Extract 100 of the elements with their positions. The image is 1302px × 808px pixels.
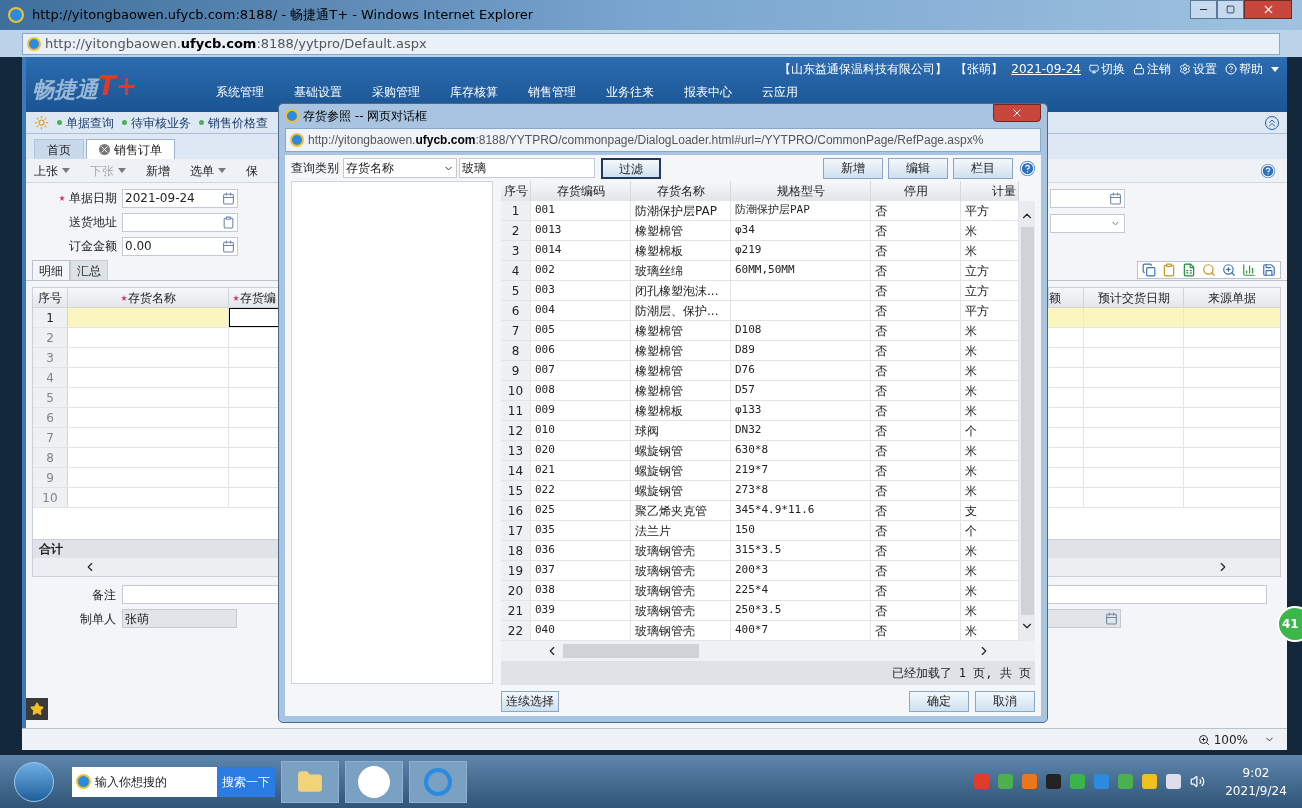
- menu-item[interactable]: 系统管理: [216, 83, 264, 101]
- header-link[interactable]: 设置: [1179, 60, 1217, 78]
- table-row[interactable]: 4 002 玻璃丝绵 60MM,50MM 否 立方: [501, 261, 1019, 281]
- calendar-icon[interactable]: [1105, 612, 1118, 625]
- taskbar-app[interactable]: [281, 760, 339, 803]
- table-row[interactable]: 16 025 聚乙烯夹克管 345*4.9*11.6 否 支: [501, 501, 1019, 521]
- search-icon[interactable]: [1202, 263, 1216, 277]
- table-row[interactable]: 17 035 法兰片 150 否 个: [501, 521, 1019, 541]
- table-row[interactable]: 14 021 螺旋钢管 219*7 否 米: [501, 461, 1019, 481]
- table-row[interactable]: 12 010 球阀 DN32 否 个: [501, 421, 1019, 441]
- toolbar-button[interactable]: 选单: [190, 161, 226, 180]
- form-field[interactable]: [1046, 609, 1121, 628]
- table-row[interactable]: 11 009 橡塑棉板 φ133 否 米: [501, 401, 1019, 421]
- date-link[interactable]: 2021-09-24: [1011, 60, 1081, 78]
- form-field[interactable]: 2021-09-24: [122, 188, 238, 208]
- search-field[interactable]: 输入你想搜的: [95, 772, 205, 791]
- table-row[interactable]: 9 007 橡塑棉管 D76 否 米: [501, 361, 1019, 381]
- menu-item[interactable]: 基础设置: [294, 83, 342, 101]
- taskbar-app[interactable]: [345, 760, 403, 803]
- shortcut-link[interactable]: 待审核业务: [122, 113, 191, 132]
- close-tab-icon[interactable]: [99, 144, 110, 155]
- table-row[interactable]: 10 008 橡塑棉管 D57 否 米: [501, 381, 1019, 401]
- bar-chart-icon[interactable]: [1242, 263, 1256, 277]
- address-field[interactable]: http://yitongbaowen.ufycb.com:8188/yytpro/Default.aspx: [22, 32, 1280, 55]
- dialog-address-field[interactable]: http://yitongbaowen.ufycb.com:8188/YYTPRO/commonpage/DialogLoader.html#url=/YYTPRO/CommonPage/RefPage.aspx%: [285, 128, 1041, 152]
- table-row[interactable]: 1 001 防潮保护层PAP 防潮保护层PAP 否 平方: [501, 201, 1019, 221]
- copy-icon[interactable]: [1142, 263, 1156, 277]
- help-icon[interactable]: [1261, 163, 1275, 178]
- table-row[interactable]: 13 020 螺旋钢管 630*8 否 米: [501, 441, 1019, 461]
- toolbar-button[interactable]: 新增: [146, 161, 170, 180]
- minimize-button[interactable]: [1190, 0, 1217, 19]
- horizontal-scrollbar[interactable]: [501, 641, 1035, 661]
- page-tab[interactable]: 首页: [34, 139, 84, 159]
- search-box[interactable]: 输入你想搜的: [72, 766, 217, 797]
- favorites-button[interactable]: [26, 698, 48, 720]
- dropdown-field[interactable]: [1050, 214, 1125, 233]
- menu-item[interactable]: 销售管理: [528, 83, 576, 101]
- search-button[interactable]: 搜索一下: [217, 766, 275, 797]
- taskbar-app[interactable]: [409, 760, 467, 803]
- toolbar-button[interactable]: 保: [246, 161, 258, 180]
- table-row[interactable]: 22 040 玻璃钢管壳 400*7 否 米: [501, 621, 1019, 641]
- lookup-icon[interactable]: [222, 215, 235, 229]
- cancel-button[interactable]: 取消: [975, 690, 1035, 712]
- table-row[interactable]: 5 003 闭孔橡塑泡沫... 否 立方: [501, 281, 1019, 301]
- calendar-icon[interactable]: [1109, 192, 1122, 205]
- table-row[interactable]: 7 005 橡塑棉管 D108 否 米: [501, 321, 1019, 341]
- save-icon[interactable]: [1262, 263, 1276, 277]
- header-link[interactable]: 切换: [1089, 60, 1125, 78]
- menu-item[interactable]: 业务往来: [606, 83, 654, 101]
- vertical-scrollbar[interactable]: [1019, 201, 1035, 641]
- table-row[interactable]: 15 022 螺旋钢管 273*8 否 米: [501, 481, 1019, 501]
- calendar-icon[interactable]: [222, 191, 235, 205]
- start-button[interactable]: [14, 761, 54, 802]
- table-cell: 345*4.9*11.6: [731, 501, 871, 520]
- help-icon[interactable]: [1020, 160, 1035, 176]
- toolbar-button[interactable]: 上张: [34, 161, 70, 180]
- shortcut-link[interactable]: 销售价格查: [199, 113, 268, 132]
- table-row[interactable]: 19 037 玻璃钢管壳 200*3 否 米: [501, 561, 1019, 581]
- table-row[interactable]: 18 036 玻璃钢管壳 315*3.5 否 米: [501, 541, 1019, 561]
- table-row[interactable]: 3 0014 橡塑棉板 φ219 否 米: [501, 241, 1019, 261]
- detail-tab[interactable]: 汇总: [70, 260, 108, 280]
- table-row[interactable]: 21 039 玻璃钢管壳 250*3.5 否 米: [501, 601, 1019, 621]
- calendar-icon[interactable]: [222, 239, 235, 253]
- folder-icon: [297, 768, 323, 795]
- paste-icon[interactable]: [1162, 263, 1176, 277]
- form-field[interactable]: [1050, 189, 1125, 208]
- menu-item[interactable]: 采购管理: [372, 83, 420, 101]
- query-input[interactable]: 玻璃: [459, 158, 595, 178]
- detail-tab[interactable]: 明细: [32, 260, 70, 280]
- ok-button[interactable]: 确定: [909, 690, 969, 712]
- menu-item[interactable]: 报表中心: [684, 83, 732, 101]
- menu-item[interactable]: 云应用: [762, 83, 798, 101]
- continuous-select-button[interactable]: 连续选择: [501, 690, 559, 712]
- close-button[interactable]: [1244, 0, 1292, 19]
- dialog-close-button[interactable]: [993, 104, 1041, 122]
- tray-icon[interactable]: [1166, 774, 1181, 789]
- form-field[interactable]: 0.00: [122, 236, 238, 256]
- menu-item[interactable]: 库存核算: [450, 83, 498, 101]
- table-row[interactable]: 20 038 玻璃钢管壳 225*4 否 米: [501, 581, 1019, 601]
- dialog-action-button[interactable]: 新增: [823, 157, 883, 179]
- volume-icon[interactable]: [1190, 774, 1205, 789]
- maximize-button[interactable]: [1217, 0, 1244, 19]
- query-type-dropdown[interactable]: 存货名称: [343, 158, 457, 178]
- table-cell: 009: [531, 401, 631, 420]
- caret-icon: [218, 168, 226, 173]
- dialog-action-button[interactable]: 编辑: [888, 157, 948, 179]
- dialog-action-button[interactable]: 栏目: [953, 157, 1013, 179]
- form-field[interactable]: [122, 212, 238, 232]
- header-link[interactable]: 帮助: [1225, 60, 1263, 78]
- zoom-level[interactable]: 100%: [1213, 730, 1248, 749]
- shortcut-link[interactable]: 单据查询: [57, 113, 114, 132]
- zoom-icon[interactable]: [1222, 263, 1236, 277]
- page-tab[interactable]: 销售订单: [86, 139, 175, 159]
- table-row[interactable]: 2 0013 橡塑棉管 φ34 否 米: [501, 221, 1019, 241]
- table-row[interactable]: 6 004 防潮层、保护... 否 平方: [501, 301, 1019, 321]
- filter-button[interactable]: 过滤: [601, 157, 661, 179]
- spreadsheet-icon[interactable]: [1182, 263, 1196, 277]
- table-cell: 螺旋钢管: [631, 461, 731, 480]
- table-row[interactable]: 8 006 橡塑棉管 D89 否 米: [501, 341, 1019, 361]
- header-link[interactable]: 注销: [1133, 60, 1171, 78]
